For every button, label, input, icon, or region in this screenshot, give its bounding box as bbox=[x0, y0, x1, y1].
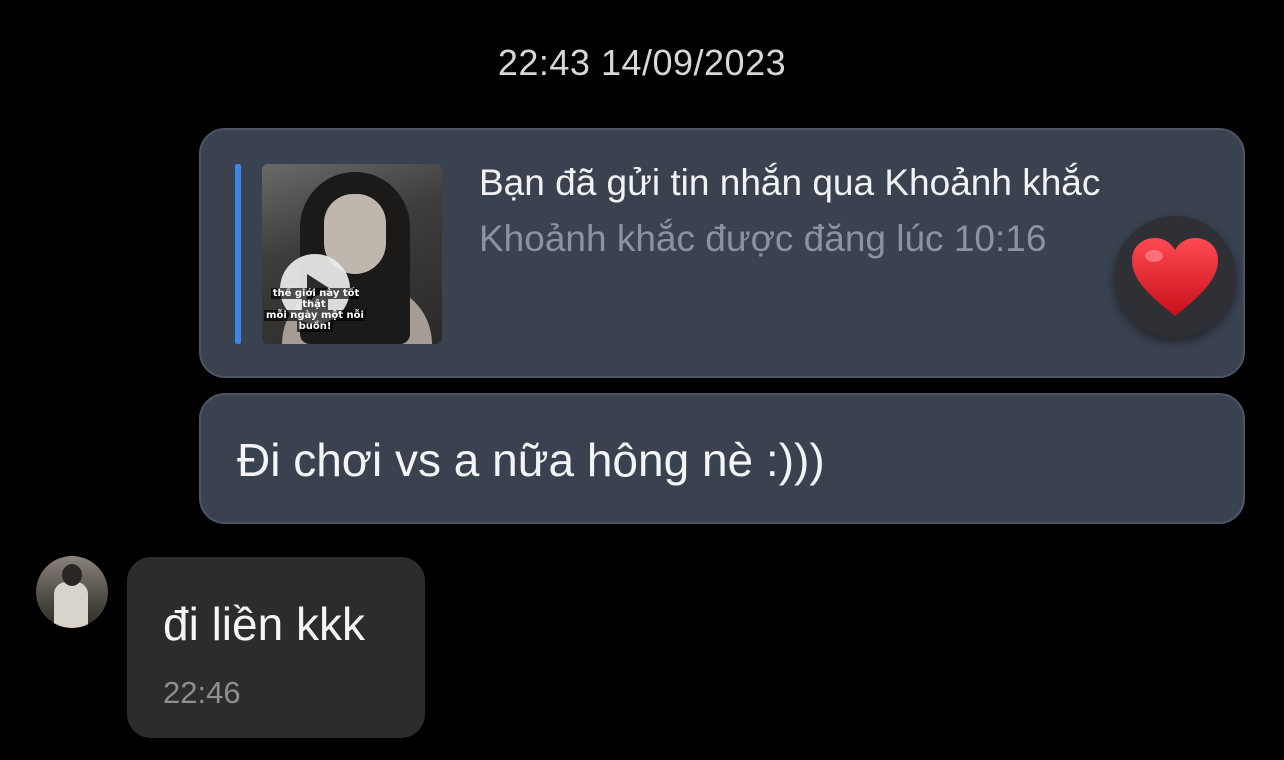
moment-thumbnail[interactable]: thế giới này tốt thật mỗi ngày một nỗi b… bbox=[262, 164, 442, 344]
thumbnail-caption: thế giới này tốt thật mỗi ngày một nỗi b… bbox=[262, 288, 368, 332]
avatar-figure-body bbox=[54, 582, 88, 628]
thumbnail-caption-line3: buồn! bbox=[296, 321, 334, 332]
date-header: 22:43 14/09/2023 bbox=[497, 42, 787, 83]
incoming-message-bubble[interactable]: đi liền kkk 22:46 bbox=[127, 557, 425, 738]
moment-reply-subtitle: Khoảnh khắc được đăng lúc 10:16 bbox=[479, 218, 1047, 259]
heart-reaction[interactable] bbox=[1114, 216, 1236, 338]
thumbnail-caption-line1: thế giới này tốt thật bbox=[270, 288, 360, 310]
quote-bar bbox=[235, 164, 241, 344]
heart-icon bbox=[1132, 238, 1218, 316]
outgoing-message-bubble[interactable]: Đi chơi vs a nữa hông nè :))) bbox=[199, 393, 1245, 524]
moment-reply-bubble[interactable]: thế giới này tốt thật mỗi ngày một nỗi b… bbox=[199, 128, 1245, 378]
chat-screen: 22:43 14/09/2023 thế giới này tốt thật m… bbox=[0, 0, 1284, 760]
outgoing-message-text: Đi chơi vs a nữa hông nè :))) bbox=[237, 434, 825, 486]
incoming-message-text: đi liền kkk bbox=[163, 598, 365, 650]
moment-reply-title: Bạn đã gửi tin nhắn qua Khoảnh khắc bbox=[479, 162, 1101, 203]
thumbnail-caption-line2: mỗi ngày một nỗi bbox=[264, 310, 366, 321]
avatar-figure-head bbox=[62, 564, 82, 586]
avatar[interactable] bbox=[36, 556, 108, 628]
incoming-message-time: 22:46 bbox=[163, 675, 241, 710]
